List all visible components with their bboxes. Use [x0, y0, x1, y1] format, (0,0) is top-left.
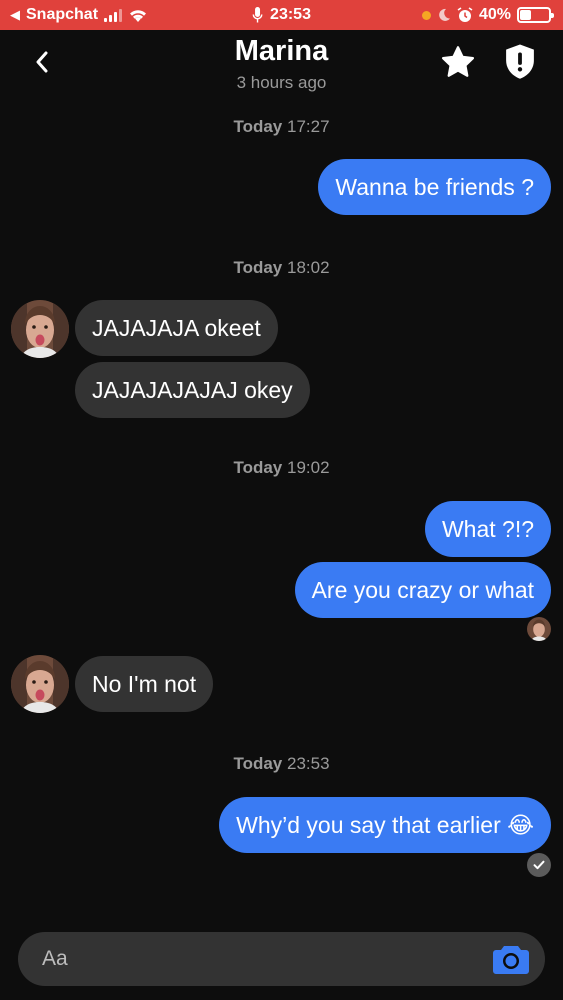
back-to-app[interactable]: ◀ Snapchat	[10, 6, 148, 24]
status-right-group: 40%	[421, 6, 554, 24]
delivered-check-icon	[527, 853, 551, 877]
status-bar: ◀ Snapchat 23:53 40%	[0, 0, 563, 30]
star-icon	[441, 46, 475, 77]
shield-icon	[506, 44, 534, 79]
battery-percent: 40%	[478, 6, 511, 23]
alarm-icon	[457, 7, 473, 22]
message-list[interactable]: Today 17:27 Wanna be friends ? Today 18:…	[0, 100, 563, 920]
timestamp: Today 18:02	[0, 258, 563, 278]
battery-level	[520, 10, 532, 20]
timestamp-day: Today	[233, 458, 283, 477]
timestamp: Today 17:27	[0, 117, 563, 137]
recording-dot-icon	[421, 10, 431, 20]
camera-button[interactable]	[490, 940, 532, 978]
timestamp-time: 17:27	[287, 117, 330, 136]
shield-button[interactable]	[500, 42, 540, 82]
timestamp: Today 23:53	[0, 754, 563, 774]
signal-icon	[104, 8, 123, 22]
message-composer	[0, 920, 563, 1000]
read-receipt-avatar	[527, 617, 551, 641]
message-outgoing[interactable]: What ?!?	[424, 501, 551, 557]
star-button[interactable]	[438, 42, 478, 82]
wifi-icon	[130, 9, 147, 22]
microphone-icon	[252, 7, 262, 23]
contact-name[interactable]: Marina	[0, 35, 563, 68]
back-triangle-icon: ◀	[10, 7, 20, 22]
timestamp-day: Today	[233, 117, 283, 136]
message-incoming[interactable]: JAJAJAJA okeet	[75, 300, 278, 356]
message-outgoing[interactable]: Why’d you say that earlier 😂	[219, 797, 551, 853]
message-incoming[interactable]: JAJAJAJAJAJ okey	[75, 362, 310, 418]
status-time: 23:53	[270, 6, 311, 23]
moon-icon	[439, 8, 450, 21]
contact-avatar[interactable]	[11, 300, 69, 358]
timestamp-day: Today	[233, 754, 283, 773]
battery-icon	[517, 7, 554, 23]
timestamp-time: 19:02	[287, 458, 330, 477]
message-incoming[interactable]: No I'm not	[75, 656, 214, 712]
contact-avatar[interactable]	[11, 655, 69, 713]
timestamp-time: 23:53	[287, 754, 330, 773]
back-app-label: Snapchat	[26, 6, 99, 23]
camera-icon	[493, 946, 529, 974]
last-seen: 3 hours ago	[236, 73, 327, 92]
timestamp-day: Today	[233, 258, 283, 277]
chat-header: Marina 3 hours ago	[0, 30, 563, 100]
message-input[interactable]	[18, 932, 545, 986]
timestamp-time: 18:02	[287, 258, 330, 277]
message-outgoing[interactable]: Wanna be friends ?	[318, 159, 551, 215]
timestamp: Today 19:02	[0, 458, 563, 478]
message-outgoing[interactable]: Are you crazy or what	[294, 562, 551, 618]
status-time-group: 23:53	[252, 6, 311, 24]
